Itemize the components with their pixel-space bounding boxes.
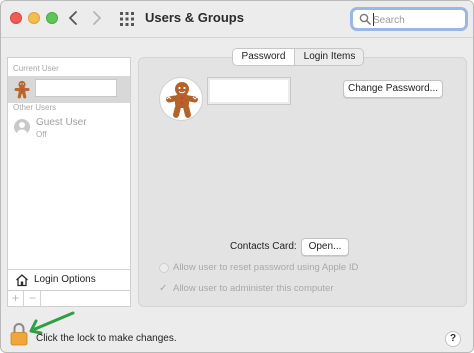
chevron-right-icon — [93, 11, 101, 25]
guest-user-name: Guest User — [36, 117, 87, 128]
login-options-item[interactable]: Login Options — [8, 269, 130, 290]
add-user-button[interactable]: + — [8, 291, 24, 306]
maximize-button[interactable] — [46, 12, 58, 24]
administer-option-label: Allow user to administer this computer — [173, 283, 334, 294]
tab-password[interactable]: Password — [233, 49, 295, 65]
sidebar-item-current-user[interactable] — [8, 76, 130, 103]
users-sidebar: Current User Other Users Guest User Off … — [7, 57, 131, 291]
reset-password-option-label: Allow user to reset password using Apple… — [173, 262, 359, 273]
titlebar-divider — [1, 37, 473, 38]
reset-password-checkbox — [159, 263, 169, 273]
user-picture[interactable] — [159, 77, 203, 121]
guest-user-status: Off — [36, 130, 47, 139]
search-icon — [359, 13, 371, 25]
gingerbread-icon — [13, 80, 31, 99]
search-input[interactable] — [373, 12, 461, 28]
person-icon — [14, 119, 30, 135]
forward-button[interactable] — [88, 8, 106, 28]
add-remove-bar: + − — [7, 291, 131, 307]
gingerbread-icon — [166, 82, 198, 118]
current-user-name-redacted — [35, 79, 117, 97]
search-field[interactable] — [350, 7, 468, 31]
other-users-section-label: Other Users — [13, 103, 57, 112]
chevron-left-icon — [69, 11, 77, 25]
show-all-button[interactable] — [119, 11, 135, 27]
tab-bar: Password Login Items — [232, 48, 364, 66]
sidebar-item-guest-user[interactable]: Guest User Off — [8, 115, 130, 145]
minimize-button[interactable] — [28, 12, 40, 24]
back-button[interactable] — [64, 8, 82, 28]
house-icon — [15, 273, 29, 287]
user-full-name-redacted — [207, 77, 291, 105]
current-user-section-label: Current User — [13, 64, 59, 73]
open-contacts-card-button[interactable]: Open... — [301, 238, 349, 256]
contacts-card-label: Contacts Card: — [230, 241, 297, 252]
checkmark-icon: ✓ — [159, 283, 168, 294]
title-bar: Users & Groups — [1, 1, 473, 37]
users-groups-window: Users & Groups Current User — [0, 0, 474, 353]
help-button[interactable]: ? — [445, 331, 461, 347]
login-options-label: Login Options — [34, 274, 96, 285]
lock-hint-text: Click the lock to make changes. — [36, 333, 177, 344]
annotation-arrow-icon — [25, 309, 77, 335]
remove-user-button[interactable]: − — [25, 291, 41, 306]
close-button[interactable] — [10, 12, 22, 24]
window-title: Users & Groups — [145, 10, 244, 25]
change-password-button[interactable]: Change Password... — [343, 80, 443, 98]
tab-login-items[interactable]: Login Items — [296, 49, 363, 65]
grid-icon — [120, 12, 134, 26]
